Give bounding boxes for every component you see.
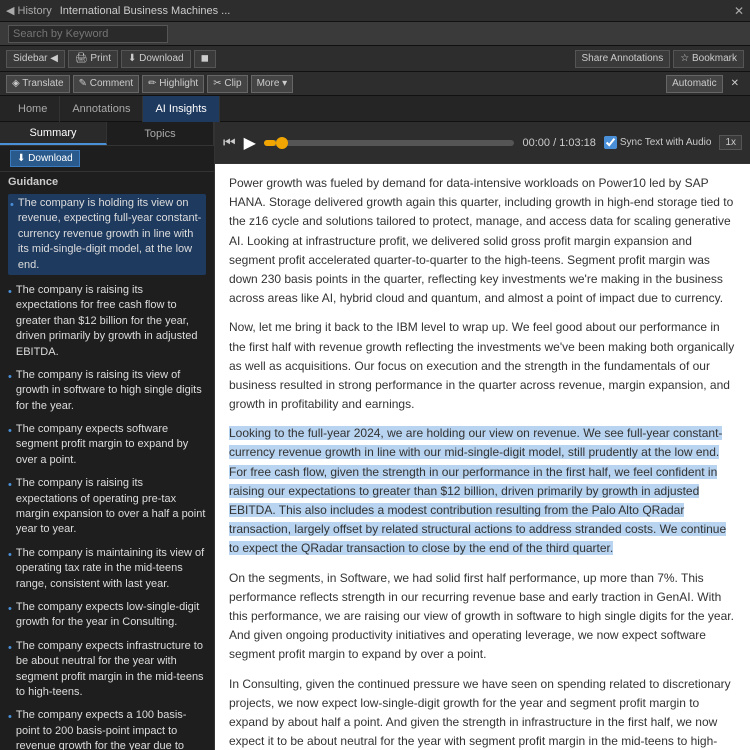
guidance-item[interactable]: • The company expects software segment pr… <box>8 422 206 468</box>
comment-btn[interactable]: ✎ Comment <box>73 75 140 93</box>
guidance-header: ⬇ Download <box>0 146 214 172</box>
bullet-icon: • <box>8 424 12 439</box>
progress-dot <box>276 137 288 149</box>
lp-tab-topics[interactable]: Topics <box>107 122 214 145</box>
guidance-item[interactable]: • The company is raising its expectations… <box>8 476 206 538</box>
transcript-paragraph: Now, let me bring it back to the IBM lev… <box>229 318 736 414</box>
main-area: Summary Topics ⬇ Download Guidance • The … <box>0 122 750 750</box>
guidance-item-text: The company is raising its expectations … <box>16 476 206 538</box>
bullet-icon: • <box>8 641 12 656</box>
automatic-btn[interactable]: Automatic <box>666 75 722 93</box>
bookmark-btn[interactable]: ☆ Bookmark <box>673 50 744 68</box>
history-back[interactable]: ◀ History <box>6 4 52 17</box>
sidebar-toggle-btn[interactable]: Sidebar ◀ <box>6 50 65 68</box>
sync-text-audio[interactable]: Sync Text with Audio <box>604 136 712 149</box>
bullet-icon: • <box>8 285 12 300</box>
transcript-paragraph: Looking to the full-year 2024, we are ho… <box>229 424 736 558</box>
guidance-item[interactable]: • The company expects a 100 basis-point t… <box>8 708 206 750</box>
clip-btn[interactable]: ✂ Clip <box>207 75 247 93</box>
toolbar-right: Share Annotations ☆ Bookmark <box>575 50 745 68</box>
bullet-icon: • <box>8 370 12 385</box>
prev-btn[interactable]: ⏮ <box>223 134 236 151</box>
guidance-item-text: The company is holding its view on reven… <box>18 196 204 273</box>
guidance-list: • The company is holding its view on reve… <box>0 190 214 750</box>
left-panel: Summary Topics ⬇ Download Guidance • The … <box>0 122 215 750</box>
guidance-item-text: The company is raising its expectations … <box>16 283 206 360</box>
bullet-icon: • <box>8 602 12 617</box>
tab-annotations[interactable]: Annotations <box>60 96 143 122</box>
sync-label: Sync Text with Audio <box>620 137 712 148</box>
speed-btn[interactable]: 1x <box>719 135 742 150</box>
progress-fill <box>264 140 277 146</box>
toolbar-2: ◈ Translate ✎ Comment ✏ Highlight ✂ Clip… <box>0 72 750 96</box>
guidance-label: Guidance <box>0 172 214 190</box>
search-input[interactable] <box>8 25 168 43</box>
left-panel-tabs: Summary Topics <box>0 122 214 146</box>
download-btn[interactable]: ⬇ Download <box>121 50 191 68</box>
bullet-icon: • <box>8 478 12 493</box>
guidance-item[interactable]: • The company is raising its expectations… <box>8 283 206 360</box>
toolbar-1: Sidebar ◀ 🖨 Print ⬇ Download ◼ Share Ann… <box>0 46 750 72</box>
extra-btn[interactable]: ◼ <box>194 50 216 68</box>
bullet-icon: • <box>10 198 14 213</box>
print-btn[interactable]: 🖨 Print <box>68 50 118 68</box>
window-title: International Business Machines ... <box>60 5 722 17</box>
transcript-paragraph: On the segments, in Software, we had sol… <box>229 569 736 665</box>
transcript-highlighted-text: Looking to the full-year 2024, we are ho… <box>229 426 726 555</box>
tab-ai-insights[interactable]: AI Insights <box>143 96 219 122</box>
guidance-item[interactable]: • The company is raising its view of grow… <box>8 368 206 414</box>
share-annotations-btn[interactable]: Share Annotations <box>575 50 671 68</box>
guidance-item-text: The company expects software segment pro… <box>16 422 206 468</box>
guidance-item-text: The company expects low-single-digit gro… <box>16 600 206 631</box>
lp-tab-summary[interactable]: Summary <box>0 122 107 145</box>
progress-bar[interactable] <box>264 140 515 146</box>
transcript-paragraph: In Consulting, given the continued press… <box>229 675 736 750</box>
toolbar2-close-btn[interactable]: ✕ <box>726 75 744 93</box>
guidance-item[interactable]: • The company is maintaining its view of … <box>8 546 206 592</box>
bullet-icon: • <box>8 548 12 563</box>
guidance-item[interactable]: • The company expects infrastructure to b… <box>8 639 206 701</box>
highlight-btn[interactable]: ✏ Highlight <box>142 75 204 93</box>
play-btn[interactable]: ▶ <box>244 133 256 153</box>
translate-btn[interactable]: ◈ Translate <box>6 75 70 93</box>
window-close-btn[interactable]: ✕ <box>734 4 744 18</box>
audio-bar: ⏮ ▶ 00:00 / 1:03:18 Sync Text with Audio… <box>215 122 750 164</box>
transcript-paragraph: Power growth was fueled by demand for da… <box>229 174 736 308</box>
right-content: ⏮ ▶ 00:00 / 1:03:18 Sync Text with Audio… <box>215 122 750 750</box>
search-bar <box>0 22 750 46</box>
guidance-download-btn[interactable]: ⬇ Download <box>10 150 80 167</box>
tab-bar: Home Annotations AI Insights <box>0 96 750 122</box>
guidance-item-text: The company is raising its view of growt… <box>16 368 206 414</box>
toolbar-left: Sidebar ◀ 🖨 Print ⬇ Download ◼ <box>6 50 216 68</box>
guidance-item[interactable]: • The company expects low-single-digit gr… <box>8 600 206 631</box>
more-btn[interactable]: More ▾ <box>251 75 294 93</box>
bullet-icon: • <box>8 710 12 725</box>
title-bar: ◀ History International Business Machine… <box>0 0 750 22</box>
guidance-item-text: The company expects infrastructure to be… <box>16 639 206 701</box>
sync-checkbox[interactable] <box>604 136 617 149</box>
guidance-item-text: The company is maintaining its view of o… <box>16 546 206 592</box>
tab-home[interactable]: Home <box>6 96 60 122</box>
guidance-item[interactable]: • The company is holding its view on reve… <box>8 194 206 275</box>
transcript-area[interactable]: Power growth was fueled by demand for da… <box>215 164 750 750</box>
guidance-item-text: The company expects a 100 basis-point to… <box>16 708 206 750</box>
time-display: 00:00 / 1:03:18 <box>522 137 595 149</box>
